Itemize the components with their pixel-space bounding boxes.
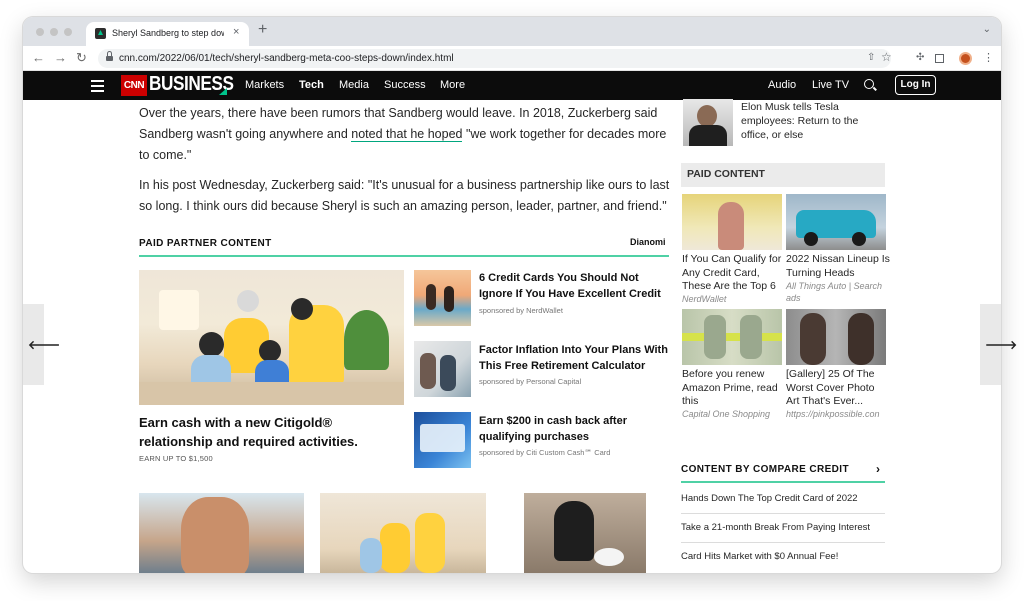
rail-ad-image-2[interactable] [786,194,886,250]
compare-item-1[interactable]: Hands Down The Top Credit Card of 2022 [681,493,858,504]
rail-story-thumbnail[interactable] [683,99,733,146]
rail-ad-title-4[interactable]: [Gallery] 25 Of The Worst Cover Photo Ar… [786,368,890,409]
new-tab-button[interactable]: + [258,21,267,39]
compare-divider [681,513,885,514]
tab-title: Sheryl Sandberg to step down [112,28,224,38]
back-icon[interactable]: ← [32,50,45,65]
rail-ad-source-2: All Things Auto | Search ads [786,281,883,303]
tab-search-chevron-icon[interactable]: ⌄ [983,24,991,35]
lock-icon[interactable] [106,51,113,62]
tab-active[interactable]: Sheryl Sandberg to step down × [86,22,249,46]
forward-icon[interactable]: → [54,50,67,65]
article-paragraph-1: Over the years, there have been rumors t… [139,103,671,166]
compare-item-3[interactable]: Card Hits Market with $0 Annual Fee! [681,551,838,562]
bottom-ad-image-1[interactable] [139,493,304,573]
hero-ad-image[interactable] [139,270,404,405]
ad-thumb-citi-card[interactable] [414,412,471,468]
profile-avatar-icon[interactable] [959,52,972,65]
reload-icon[interactable]: ↻ [76,50,87,66]
tab-close-icon[interactable]: × [233,26,239,38]
ad-sponsor-citi: sponsored by Citi Custom Cash℠ Card [479,448,611,457]
nav-tech[interactable]: Tech [299,79,324,91]
business-logo[interactable]: BUSINESS [149,73,234,96]
article-paragraph-2: In his post Wednesday, Zuckerberg said: … [139,178,670,213]
close-window-dot[interactable] [36,28,44,36]
rail-ad-title-2[interactable]: 2022 Nissan Lineup Is Turning Heads [786,253,890,280]
ad-thumb-beach[interactable] [414,270,471,326]
rail-ad-source-1: NerdWallet [682,294,727,304]
side-panel-icon[interactable] [935,54,944,63]
section-rule [139,255,669,257]
extensions-puzzle-icon[interactable]: ✣ [916,52,924,63]
ad-title-cash-back[interactable]: Earn $200 in cash back after qualifying … [479,413,671,445]
bottom-ad-image-2[interactable] [320,493,486,573]
ad-title-credit-cards[interactable]: 6 Credit Cards You Should Not Ignore If … [479,270,671,302]
browser-menu-icon[interactable]: ⋮ [983,51,994,64]
paid-content-label: PAID CONTENT [687,168,765,180]
address-bar[interactable]: cnn.com/2022/06/01/tech/sheryl-sandberg-… [98,49,892,68]
cnn-favicon-icon [95,28,106,39]
chevron-right-icon[interactable]: › [876,462,880,476]
url-text[interactable]: cnn.com/2022/06/01/tech/sheryl-sandberg-… [119,53,454,64]
browser-window: Sheryl Sandberg to step down × + ⌄ ← → ↻… [23,17,1001,573]
compare-credit-heading[interactable]: CONTENT BY COMPARE CREDIT [681,464,849,475]
hero-ad-subtitle: EARN UP TO $1,500 [139,454,213,463]
minimize-window-dot[interactable] [50,28,58,36]
hero-ad-title[interactable]: Earn cash with a new Citigold® relations… [139,413,405,451]
rail-ad-image-3[interactable] [682,309,782,365]
nav-more[interactable]: More [440,79,465,91]
carousel-next-button[interactable]: 🡒 [980,304,1017,385]
nav-markets[interactable]: Markets [245,79,284,91]
compare-item-2[interactable]: Take a 21-month Break From Paying Intere… [681,522,870,533]
arrow-left-icon: 🡐 [28,338,61,352]
rail-ad-source-3: Capital One Shopping [682,409,771,419]
search-icon[interactable] [864,79,874,89]
hamburger-menu-icon[interactable] [91,80,104,92]
zoom-window-dot[interactable] [64,28,72,36]
carousel-prev-button[interactable]: 🡐 [23,304,60,385]
nav-media[interactable]: Media [339,79,369,91]
site-header: CNN BUSINESS Markets Tech Media Success … [23,71,1001,100]
ad-sponsor-nerdwallet: sponsored by NerdWallet [479,306,563,315]
cnn-logo[interactable]: CNN [121,75,147,96]
nav-success[interactable]: Success [384,79,426,91]
paid-partner-heading: PAID PARTNER CONTENT [139,238,272,249]
dianomi-logo[interactable]: Dianomi [630,237,666,247]
bottom-ad-image-3[interactable] [524,493,646,573]
rail-story-headline[interactable]: Elon Musk tells Tesla employees: Return … [741,100,881,142]
nav-live-tv[interactable]: Live TV [812,79,849,91]
compare-divider [681,542,885,543]
tab-strip: Sheryl Sandberg to step down × + ⌄ [23,17,1001,46]
compare-rule-green [681,481,885,483]
ad-sponsor-personal-capital: sponsored by Personal Capital [479,377,582,386]
rail-ad-source-4: https://pinkpossible.con [786,409,880,419]
share-icon[interactable]: ⇧ [867,52,875,63]
article-link-noted[interactable]: noted that he hoped [351,127,463,142]
bookmark-star-icon[interactable]: ☆ [881,50,892,64]
ad-title-retirement-calculator[interactable]: Factor Inflation Into Your Plans With Th… [479,342,671,374]
browser-toolbar: ← → ↻ cnn.com/2022/06/01/tech/sheryl-san… [23,46,1001,71]
rail-ad-image-4[interactable] [786,309,886,365]
nav-audio[interactable]: Audio [768,79,796,91]
rail-ad-image-1[interactable] [682,194,782,250]
rail-ad-title-1[interactable]: If You Can Qualify for Any Credit Card, … [682,253,786,294]
ad-thumb-retirement[interactable] [414,341,471,397]
arrow-right-icon: 🡒 [985,338,1018,352]
rail-ad-title-3[interactable]: Before you renew Amazon Prime, read this [682,368,786,409]
login-button[interactable]: Log In [895,75,936,95]
